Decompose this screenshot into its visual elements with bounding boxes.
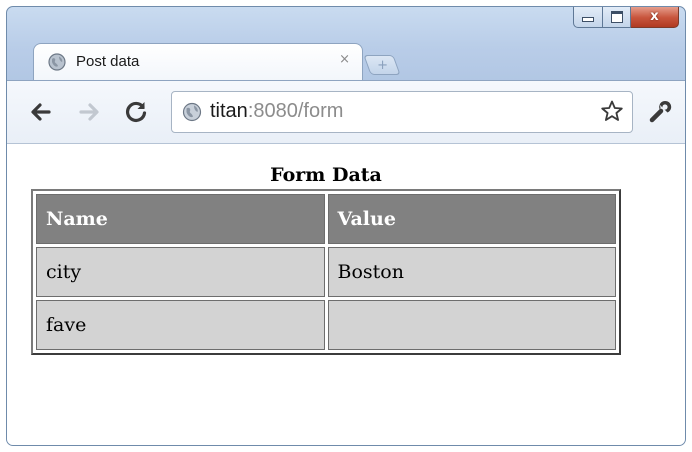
- form-data-table: Name Value city Boston fave: [31, 189, 621, 355]
- window-controls: x: [573, 7, 679, 28]
- tab-post-data[interactable]: Post data ×: [33, 43, 363, 81]
- reload-icon[interactable]: [123, 99, 149, 125]
- tab-title: Post data: [76, 53, 140, 70]
- column-header-value: Value: [327, 194, 616, 244]
- table-cell-name: city: [36, 247, 325, 297]
- minimize-icon: [582, 17, 594, 22]
- url-host: titan: [210, 100, 248, 122]
- globe-icon: [48, 53, 66, 71]
- table-cell-name: fave: [36, 300, 325, 350]
- page-title: Form Data: [270, 164, 382, 186]
- new-tab-button[interactable]: +: [363, 55, 401, 75]
- column-header-name: Name: [36, 194, 325, 244]
- url-path: :8080/form: [247, 100, 344, 122]
- browser-toolbar: titan:8080/form: [7, 80, 685, 144]
- table-header-row: Name Value: [36, 194, 616, 244]
- browser-window: x Post data × + titan:8080/form Form Dat…: [6, 6, 686, 446]
- maximize-button[interactable]: [603, 7, 631, 28]
- table-row: city Boston: [36, 247, 616, 297]
- page-content: Form Data Name Value city Boston fave: [7, 144, 685, 445]
- forward-arrow-icon[interactable]: [77, 99, 103, 125]
- address-bar[interactable]: titan:8080/form: [171, 91, 633, 133]
- star-icon[interactable]: [600, 99, 624, 123]
- maximize-icon: [610, 10, 623, 23]
- table-cell-value: [327, 300, 616, 350]
- wrench-icon[interactable]: [647, 99, 673, 125]
- close-icon: x: [650, 9, 659, 24]
- tab-close-button[interactable]: ×: [339, 52, 350, 67]
- minimize-button[interactable]: [573, 7, 603, 28]
- table-row: fave: [36, 300, 616, 350]
- globe-icon: [182, 102, 202, 122]
- table-cell-value: Boston: [327, 247, 616, 297]
- close-window-button[interactable]: x: [631, 7, 679, 28]
- url-text: titan:8080/form: [210, 100, 343, 123]
- plus-icon: +: [377, 58, 389, 73]
- back-arrow-icon[interactable]: [27, 99, 53, 125]
